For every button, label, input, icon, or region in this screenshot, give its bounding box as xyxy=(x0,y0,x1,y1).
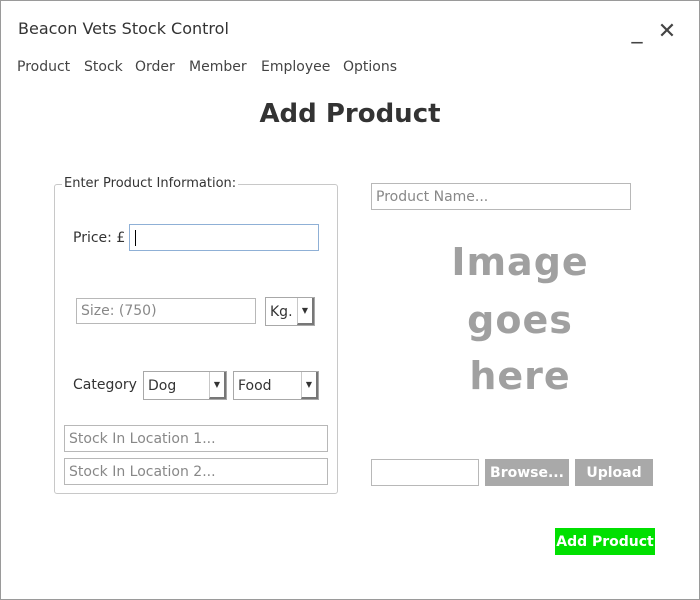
group-label: Enter Product Information: xyxy=(62,176,239,191)
price-label: Price: £ xyxy=(73,230,126,246)
stock-location-2-input[interactable]: Stock In Location 2... xyxy=(64,458,328,485)
size-placeholder: Size: (750) xyxy=(81,303,157,319)
category-selected: Dog xyxy=(148,377,177,394)
menu-item-product[interactable]: Product xyxy=(17,59,70,75)
menu-item-employee[interactable]: Employee xyxy=(261,59,330,75)
product-name-input[interactable]: Product Name... xyxy=(371,183,631,210)
unit-selected: Kg. xyxy=(270,303,293,320)
menu-item-options[interactable]: Options xyxy=(343,59,397,75)
browse-button[interactable]: Browse... xyxy=(485,459,569,486)
stock-location-2-placeholder: Stock In Location 2... xyxy=(69,463,216,480)
minimize-icon[interactable]: _ xyxy=(626,20,648,44)
size-input[interactable]: Size: (750) xyxy=(76,298,256,324)
add-product-button[interactable]: Add Product xyxy=(555,528,655,555)
menu-item-stock[interactable]: Stock xyxy=(84,59,123,75)
unit-select[interactable]: Kg. ▼ xyxy=(265,297,315,326)
image-placeholder-line: here xyxy=(469,354,571,398)
text-caret xyxy=(135,229,136,246)
category-label: Category xyxy=(73,377,137,393)
category-select[interactable]: Dog ▼ xyxy=(143,371,227,400)
dropdown-arrow-icon: ▼ xyxy=(297,298,314,325)
menu-item-member[interactable]: Member xyxy=(189,59,247,75)
dropdown-arrow-icon: ▼ xyxy=(301,372,318,399)
upload-button[interactable]: Upload xyxy=(575,459,653,486)
stock-location-1-placeholder: Stock In Location 1... xyxy=(69,430,216,447)
image-placeholder-line: goes xyxy=(467,298,573,342)
product-name-placeholder: Product Name... xyxy=(376,188,489,205)
dropdown-arrow-icon: ▼ xyxy=(209,372,226,399)
menu-item-order[interactable]: Order xyxy=(135,59,175,75)
type-select[interactable]: Food ▼ xyxy=(233,371,319,400)
page-title: Add Product xyxy=(259,99,441,129)
stock-location-1-input[interactable]: Stock In Location 1... xyxy=(64,425,328,452)
price-input[interactable] xyxy=(129,224,319,251)
window-title: Beacon Vets Stock Control xyxy=(18,19,229,38)
file-path-input[interactable] xyxy=(371,459,479,486)
close-icon[interactable]: ✕ xyxy=(656,20,678,44)
image-placeholder-line: Image xyxy=(451,240,589,284)
type-selected: Food xyxy=(238,377,272,394)
